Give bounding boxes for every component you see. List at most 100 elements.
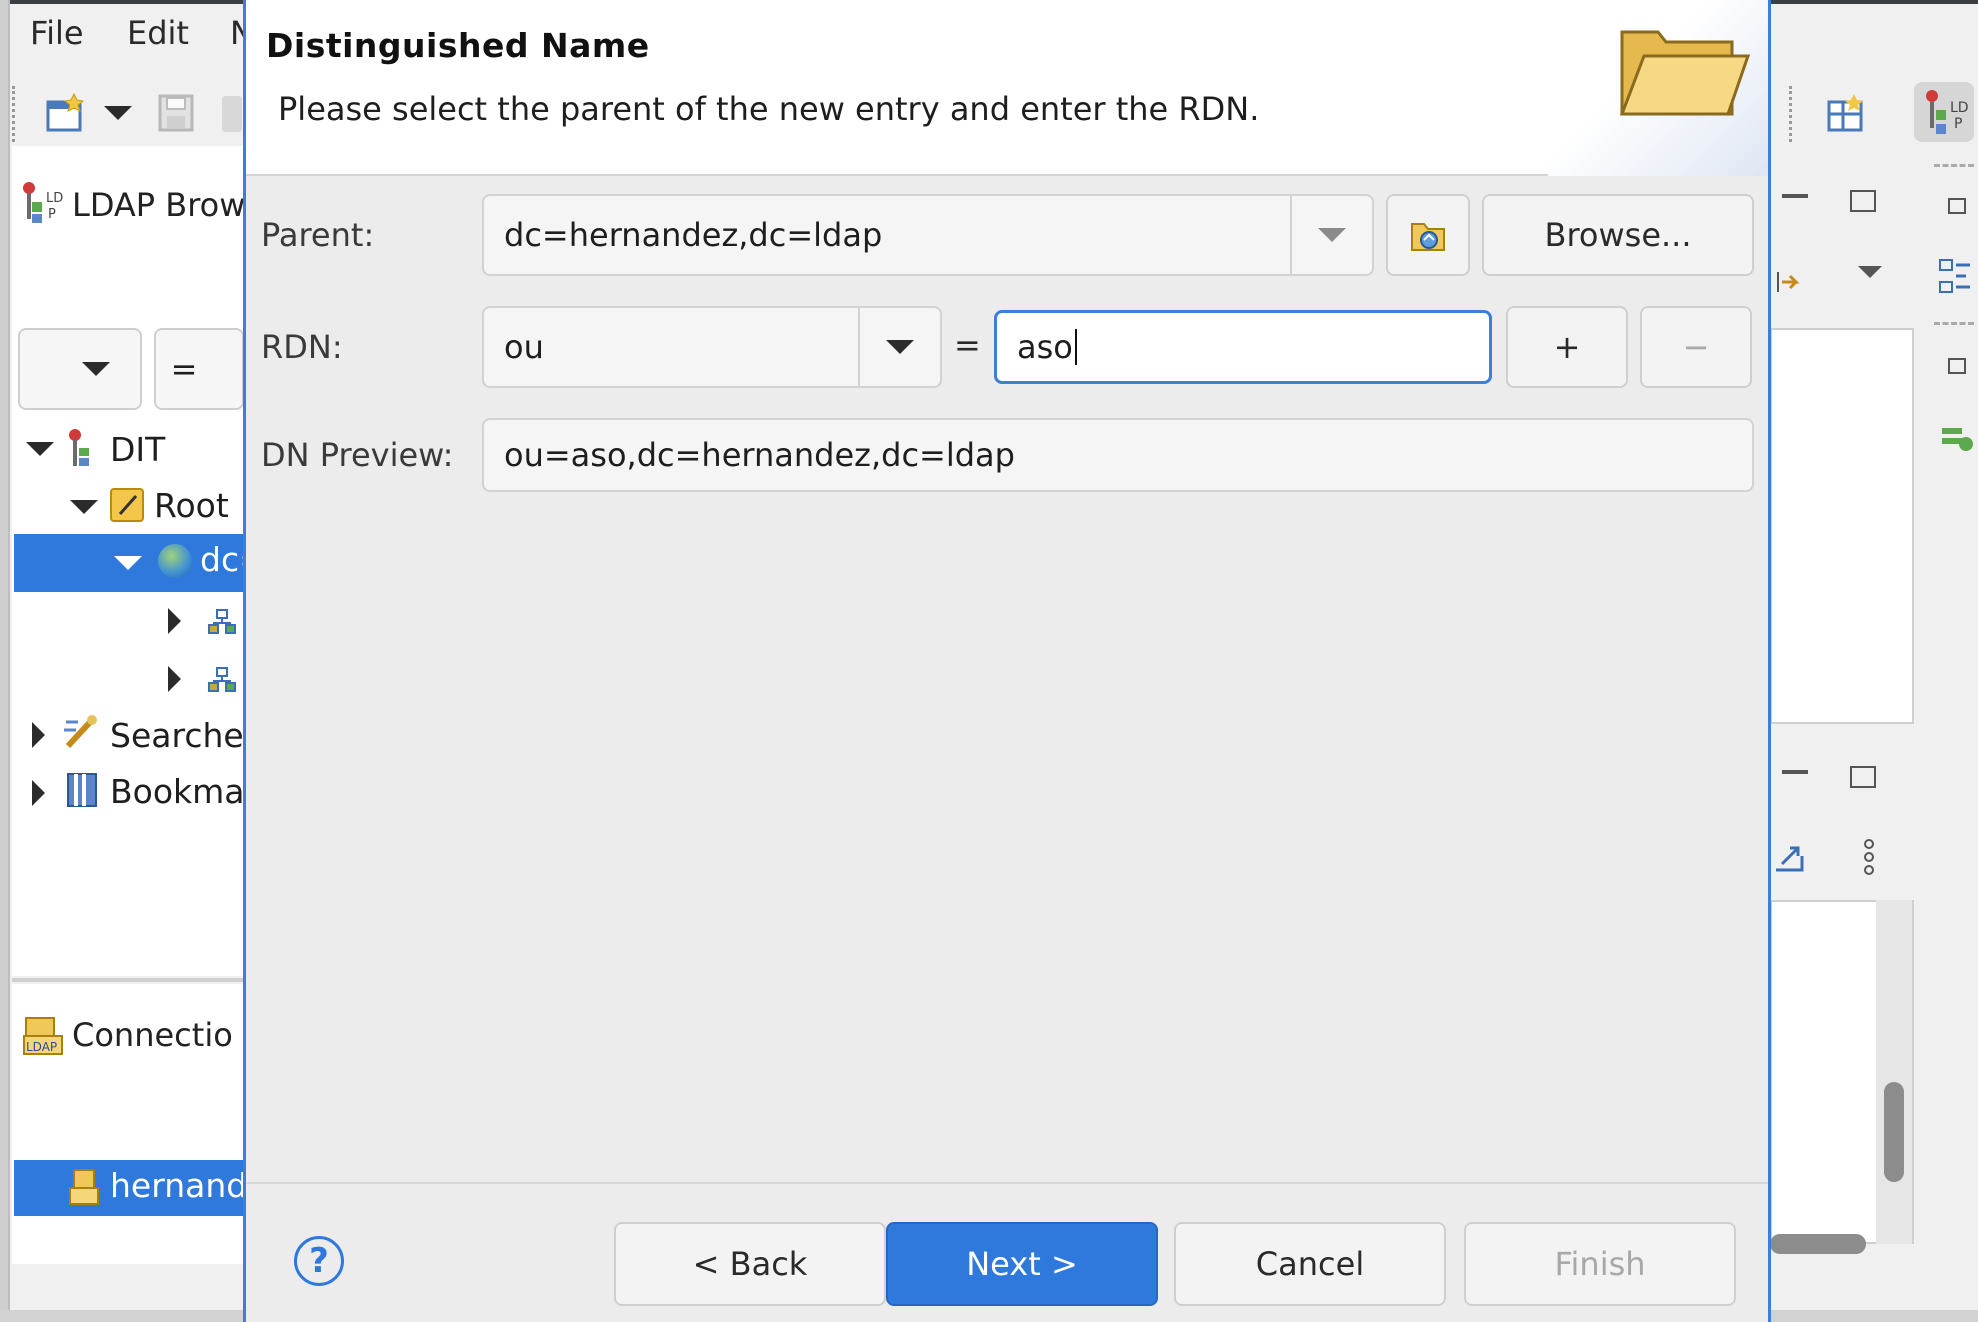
- cancel-button-label: Cancel: [1255, 1245, 1365, 1283]
- ldap-browser-title[interactable]: LDAP Brow: [72, 186, 245, 224]
- tree-item-searches[interactable]: Searche: [110, 716, 244, 755]
- parent-label: Parent:: [261, 216, 375, 254]
- search-icon: [62, 712, 102, 752]
- expand-bookmarks-icon[interactable]: [32, 780, 45, 806]
- maximize-icon[interactable]: [1850, 190, 1876, 212]
- parent-history-button[interactable]: [1386, 194, 1470, 276]
- help-button[interactable]: ?: [294, 1236, 344, 1286]
- maximize-icon[interactable]: [1850, 766, 1876, 788]
- globe-icon: [158, 544, 192, 578]
- dn-preview-field: ou=aso,dc=hernandez,dc=ldap: [482, 418, 1754, 492]
- add-rdn-label: +: [1553, 328, 1581, 366]
- bookmark-icon: [66, 770, 102, 810]
- expand-ou2-icon[interactable]: [168, 666, 181, 692]
- org-unit-icon: [208, 606, 236, 634]
- browse-button-label: Browse...: [1544, 216, 1692, 254]
- tree-item-bookmarks[interactable]: Bookma: [110, 772, 245, 811]
- finish-button[interactable]: Finish: [1464, 1222, 1736, 1306]
- add-rdn-button[interactable]: +: [1506, 306, 1628, 388]
- dit-icon: [66, 428, 96, 468]
- expand-searches-icon[interactable]: [32, 722, 45, 748]
- expand-root-icon[interactable]: [70, 500, 98, 514]
- view-separator: [12, 978, 244, 982]
- help-icon: ?: [309, 1241, 329, 1281]
- filter-dropdown-icon[interactable]: [82, 362, 110, 376]
- footer-divider: [246, 1182, 1768, 1184]
- rdn-value-input[interactable]: aso: [994, 310, 1492, 384]
- svg-text:P: P: [1954, 116, 1962, 132]
- print-icon[interactable]: [222, 96, 242, 132]
- next-button-label: Next >: [966, 1245, 1078, 1283]
- restore-icon[interactable]: [1948, 198, 1966, 214]
- rdn-equals: =: [954, 326, 981, 364]
- toolbar-grip-right: [1789, 86, 1793, 142]
- trim-separator: [1934, 164, 1974, 167]
- rdn-value-text: aso: [1017, 328, 1073, 366]
- expand-dit-icon[interactable]: [26, 442, 54, 456]
- more-options-icon[interactable]: [1862, 838, 1876, 876]
- export-icon[interactable]: [1772, 840, 1806, 876]
- minimize-icon[interactable]: [1782, 770, 1808, 774]
- parent-combo[interactable]: dc=hernandez,dc=ldap: [482, 194, 1374, 276]
- perspective-icon[interactable]: [1826, 94, 1866, 134]
- next-button[interactable]: Next >: [886, 1222, 1158, 1306]
- filter-attribute-combo[interactable]: [18, 328, 142, 410]
- root-icon: [110, 488, 144, 522]
- chevron-down-icon: [1318, 228, 1346, 242]
- expand-dc-icon[interactable]: [114, 556, 142, 570]
- right-top-view-body: [1770, 328, 1914, 724]
- remove-rdn-button[interactable]: −: [1640, 306, 1752, 388]
- ldap-browser-icon: LD P: [20, 180, 64, 224]
- expand-ou1-icon[interactable]: [168, 608, 181, 634]
- window-left-border: [0, 0, 10, 1322]
- finish-button-label: Finish: [1554, 1245, 1646, 1283]
- parent-dropdown-button[interactable]: [1290, 196, 1372, 274]
- connection-item[interactable]: hernand: [110, 1166, 247, 1205]
- ldap-perspective-button[interactable]: LD P: [1914, 82, 1974, 142]
- dn-preview-value: ou=aso,dc=hernandez,dc=ldap: [504, 436, 1015, 474]
- outline-icon[interactable]: [1938, 258, 1972, 296]
- new-dropdown-icon[interactable]: [104, 106, 132, 120]
- text-cursor: [1074, 329, 1077, 365]
- menu-edit[interactable]: Edit: [127, 14, 189, 52]
- connections-title[interactable]: Connectio: [72, 1016, 233, 1054]
- back-button-label: < Back: [692, 1245, 808, 1283]
- svg-text:LD: LD: [1950, 100, 1969, 116]
- parent-value: dc=hernandez,dc=ldap: [504, 216, 883, 254]
- wizard-banner: Distinguished Name Please select the par…: [246, 0, 1768, 176]
- page-description: Please select the parent of the new entr…: [278, 90, 1260, 128]
- svg-text:P: P: [48, 207, 56, 222]
- vertical-scrollbar-track[interactable]: [1876, 900, 1912, 1244]
- connection-icon: [68, 1168, 100, 1208]
- svg-text:LDAP: LDAP: [26, 1040, 57, 1054]
- rdn-type-combo[interactable]: ou: [482, 306, 942, 388]
- link-editor-icon[interactable]: [1776, 262, 1806, 302]
- minimize-icon[interactable]: [1782, 194, 1808, 198]
- folder-icon: [1616, 18, 1752, 118]
- horizontal-scrollbar-thumb[interactable]: [1770, 1234, 1866, 1254]
- rdn-type-value: ou: [504, 328, 544, 366]
- new-wizard-icon[interactable]: [46, 92, 86, 132]
- trim-separator: [1934, 322, 1974, 325]
- svg-text:LD: LD: [46, 191, 63, 206]
- save-icon[interactable]: [158, 94, 196, 132]
- filter-equals-label: =: [170, 350, 198, 388]
- connections-icon: LDAP: [22, 1016, 64, 1056]
- dn-preview-label: DN Preview:: [261, 436, 454, 474]
- vertical-scrollbar-thumb[interactable]: [1884, 1082, 1904, 1182]
- tree-item-dit[interactable]: DIT: [110, 430, 165, 469]
- rdn-type-dropdown-button[interactable]: [858, 308, 940, 386]
- tree-item-root[interactable]: Root: [154, 486, 229, 525]
- new-entry-wizard-dialog: Distinguished Name Please select the par…: [243, 0, 1771, 1322]
- menu-file[interactable]: File: [30, 14, 84, 52]
- rdn-label: RDN:: [261, 328, 343, 366]
- browse-button[interactable]: Browse...: [1482, 194, 1754, 276]
- cancel-button[interactable]: Cancel: [1174, 1222, 1446, 1306]
- restore-icon[interactable]: [1948, 358, 1966, 374]
- chevron-down-icon: [886, 340, 914, 354]
- back-button[interactable]: < Back: [614, 1222, 886, 1306]
- progress-icon[interactable]: [1940, 424, 1974, 454]
- filter-operator-combo[interactable]: =: [154, 328, 244, 410]
- view-menu-icon[interactable]: [1858, 266, 1882, 278]
- page-title: Distinguished Name: [266, 26, 650, 65]
